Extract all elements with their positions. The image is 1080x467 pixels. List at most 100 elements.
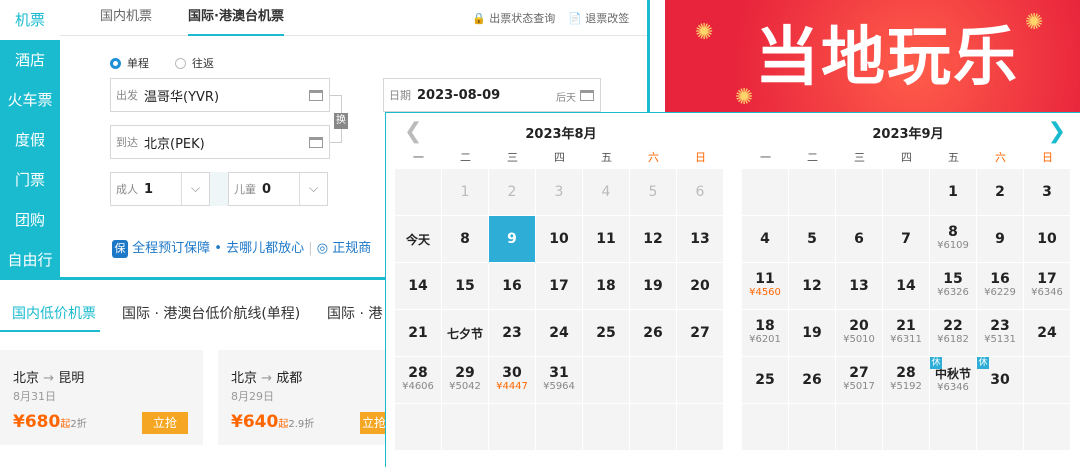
adult-select[interactable]: 成人 1 ⌵	[110, 172, 210, 206]
calendar-day[interactable]: 27	[677, 310, 723, 356]
calendar-day[interactable]: 31 ¥5964	[536, 357, 582, 403]
arrow-right-icon: →	[43, 371, 55, 386]
calendar-day[interactable]: 14	[883, 263, 929, 309]
calendar-day[interactable]: 24	[1024, 310, 1070, 356]
route-from: 北京	[13, 371, 40, 386]
sidebar-item-freetour[interactable]: 自由行	[0, 240, 60, 280]
calendar-empty-cell	[883, 169, 929, 215]
calendar-day[interactable]: 14	[395, 263, 441, 309]
calendar-day[interactable]: 3	[536, 169, 582, 215]
sidebar-item-tickets[interactable]: 门票	[0, 160, 60, 200]
calendar-day[interactable]: 6	[677, 169, 723, 215]
radio-unselected-icon	[175, 57, 186, 69]
swap-button[interactable]: 换	[334, 113, 348, 129]
date-field[interactable]: 日期 2023-08-09 后天	[383, 78, 601, 112]
child-select[interactable]: 儿童 0 ⌵	[228, 172, 328, 206]
calendar-day[interactable]: 12	[630, 216, 676, 262]
calendar-day[interactable]: 23 ¥5131	[977, 310, 1023, 356]
roundtrip-radio[interactable]: 往返	[175, 55, 214, 71]
calendar-day[interactable]: 1	[442, 169, 488, 215]
calendar-day[interactable]: 休中秋节 ¥6346	[930, 357, 976, 403]
calendar-day[interactable]: 19	[630, 263, 676, 309]
calendar-day[interactable]: 26	[789, 357, 835, 403]
tab-domestic-lowprice[interactable]: 国内低价机票	[12, 303, 96, 323]
deal-card[interactable]: 北京 → 昆明 8月31日 ¥680起2折 立抢	[0, 350, 203, 445]
calendar-day[interactable]: 20	[677, 263, 723, 309]
sidebar-item-hotels[interactable]: 酒店	[0, 40, 60, 80]
calendar-day[interactable]: 9	[977, 216, 1023, 262]
from-field[interactable]: 出发 温哥华(YVR)	[110, 78, 330, 112]
sidebar-item-trains[interactable]: 火车票	[0, 80, 60, 120]
calendar-day[interactable]: 17 ¥6346	[1024, 263, 1070, 309]
ticket-status-link[interactable]: 🔒 出票状态查询	[472, 10, 555, 26]
sidebar-item-flights[interactable]: 机票	[0, 0, 60, 40]
calendar-day[interactable]: 24	[536, 310, 582, 356]
calendar-day[interactable]: 3	[1024, 169, 1070, 215]
calendar-day[interactable]: 10	[1024, 216, 1070, 262]
calendar-day[interactable]: 6	[836, 216, 882, 262]
grab-button[interactable]: 立抢	[360, 412, 388, 434]
tab-international[interactable]: 国际·港澳台机票	[188, 0, 284, 36]
day-number: 23	[502, 325, 522, 341]
calendar-day[interactable]: 15	[442, 263, 488, 309]
calendar-day[interactable]: 5	[630, 169, 676, 215]
calendar-day[interactable]: 28 ¥5192	[883, 357, 929, 403]
calendar-day[interactable]: 12	[789, 263, 835, 309]
refund-link[interactable]: 📄 退票改签	[568, 10, 629, 26]
oneway-radio[interactable]: 单程	[110, 55, 149, 71]
promo-banner[interactable]: ✺ ✺ ✺ 当地玩乐	[665, 0, 1080, 112]
calendar-day[interactable]: 今天	[395, 216, 441, 262]
calendar-day[interactable]: 9	[489, 216, 535, 262]
calendar-day[interactable]: 7	[883, 216, 929, 262]
calendar-day[interactable]: 30 ¥4447	[489, 357, 535, 403]
calendar-day[interactable]: 2	[489, 169, 535, 215]
calendar-day[interactable]: 4	[742, 216, 788, 262]
calendar-day[interactable]: 8 ¥6109	[930, 216, 976, 262]
calendar-day[interactable]: 29 ¥5042	[442, 357, 488, 403]
grab-button[interactable]: 立抢	[142, 412, 188, 434]
sidebar-item-groupbuy[interactable]: 团购	[0, 200, 60, 240]
deal-card[interactable]: 北京 → 成都 8月29日 ¥640起2.9折 立抢	[218, 350, 388, 445]
calendar-day[interactable]: 休 30	[977, 357, 1023, 403]
tab-domestic[interactable]: 国内机票	[100, 0, 152, 36]
calendar-day[interactable]: 25	[583, 310, 629, 356]
sidebar-item-vacation[interactable]: 度假	[0, 120, 60, 160]
day-number: 20	[690, 278, 710, 294]
calendar-day[interactable]: 10	[536, 216, 582, 262]
calendar-day[interactable]: 16	[489, 263, 535, 309]
child-label: 儿童	[234, 183, 256, 196]
calendar-day[interactable]: 8	[442, 216, 488, 262]
calendar-day[interactable]: 27 ¥5017	[836, 357, 882, 403]
day-number: 26	[802, 372, 822, 388]
calendar-day[interactable]: 七夕节	[442, 310, 488, 356]
calendar-day[interactable]: 4	[583, 169, 629, 215]
discount: 2.9折	[288, 419, 315, 430]
calendar-day[interactable]: 11	[583, 216, 629, 262]
calendar-day[interactable]: 1	[930, 169, 976, 215]
calendar-day[interactable]: 16 ¥6229	[977, 263, 1023, 309]
calendar-day[interactable]: 19	[789, 310, 835, 356]
calendar-day[interactable]: 13	[677, 216, 723, 262]
calendar-icon	[580, 90, 594, 101]
calendar-day[interactable]: 26	[630, 310, 676, 356]
day-number: 25	[596, 325, 616, 341]
calendar-day[interactable]: 5	[789, 216, 835, 262]
calendar-day[interactable]: 22 ¥6182	[930, 310, 976, 356]
calendar-day[interactable]: 25	[742, 357, 788, 403]
calendar-day[interactable]: 21 ¥6311	[883, 310, 929, 356]
day-number: 12	[643, 231, 663, 247]
calendar-day[interactable]: 28 ¥4606	[395, 357, 441, 403]
tab-intl-more[interactable]: 国际 · 港	[327, 303, 382, 323]
to-field[interactable]: 到达 北京(PEK)	[110, 125, 330, 159]
calendar-day[interactable]: 23	[489, 310, 535, 356]
calendar-day[interactable]: 15 ¥6326	[930, 263, 976, 309]
calendar-day[interactable]: 17	[536, 263, 582, 309]
calendar-day[interactable]: 20 ¥5010	[836, 310, 882, 356]
calendar-day[interactable]: 21	[395, 310, 441, 356]
tab-intl-lowprice[interactable]: 国际 · 港澳台低价航线(单程)	[122, 303, 300, 323]
calendar-day[interactable]: 18	[583, 263, 629, 309]
calendar-day[interactable]: 18 ¥6201	[742, 310, 788, 356]
calendar-day[interactable]: 11 ¥4560	[742, 263, 788, 309]
calendar-day[interactable]: 2	[977, 169, 1023, 215]
calendar-day[interactable]: 13	[836, 263, 882, 309]
